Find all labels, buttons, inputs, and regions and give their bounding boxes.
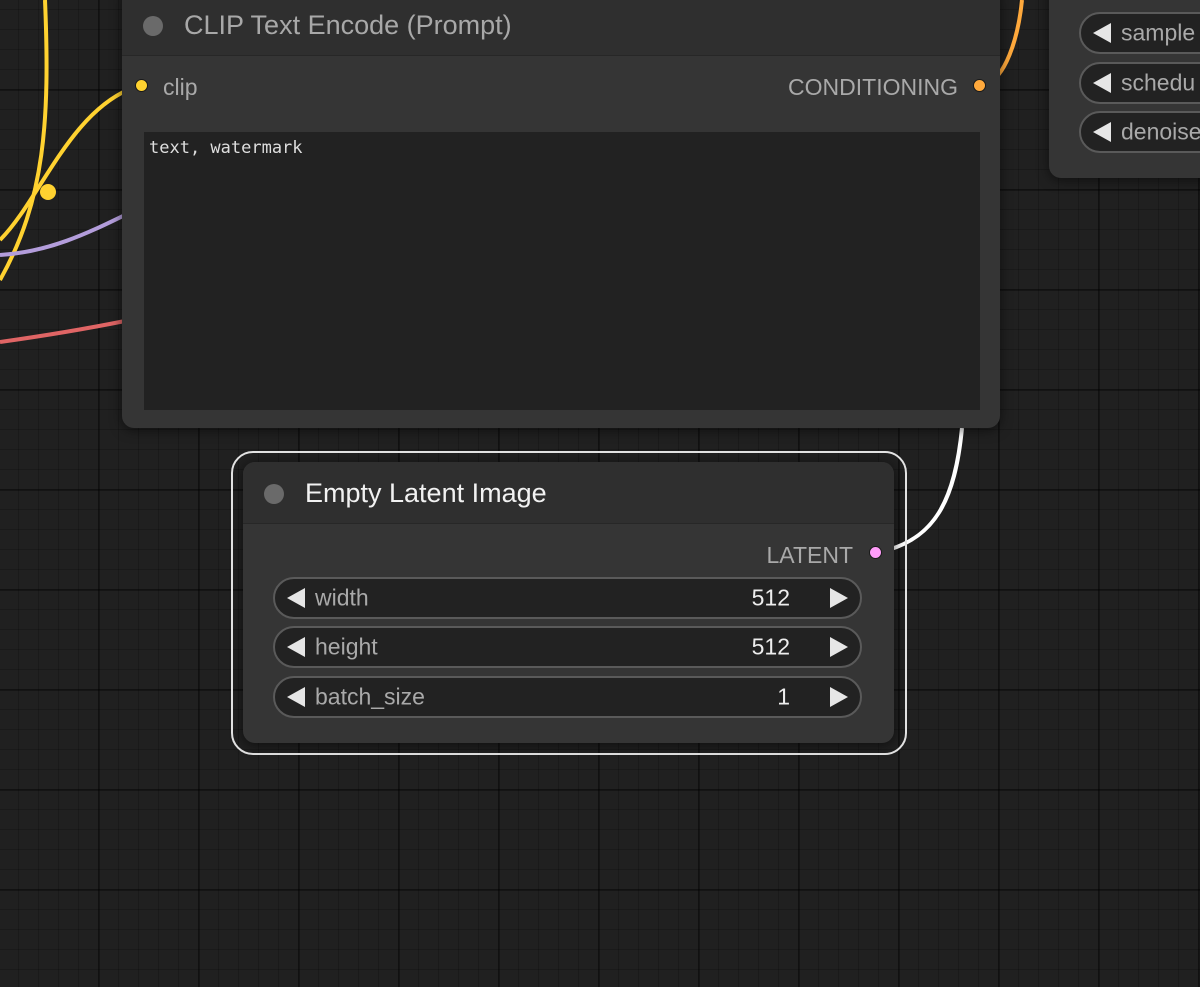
widget-label: batch_size: [315, 683, 425, 710]
node-graph-canvas[interactable]: CLIP Text Encode (Prompt) clip CONDITION…: [0, 0, 1200, 987]
widget-value[interactable]: 1: [777, 684, 790, 711]
clip-link-1: [0, 0, 49, 281]
latent-output-label: LATENT: [766, 542, 853, 568]
batch-size-widget[interactable]: batch_size 1: [273, 676, 862, 718]
vae-link: [0, 319, 126, 344]
widget-label: width: [315, 584, 369, 611]
height-widget[interactable]: height 512: [273, 626, 862, 668]
increment-arrow-icon[interactable]: [830, 637, 848, 657]
clip-text-encode-node[interactable]: CLIP Text Encode (Prompt) clip CONDITION…: [122, 0, 1000, 428]
width-widget[interactable]: width 512: [273, 577, 862, 619]
decrement-arrow-icon[interactable]: [1093, 122, 1111, 142]
node-title: CLIP Text Encode (Prompt): [184, 10, 512, 40]
clip-input-label: clip: [163, 74, 198, 100]
link-reroute-dot: [40, 184, 56, 200]
collapse-toggle-icon[interactable]: [143, 16, 163, 36]
widget-label: denoise: [1121, 118, 1200, 145]
empty-latent-image-node[interactable]: Empty Latent Image LATENT width 512 heig…: [243, 462, 894, 743]
scheduler-widget[interactable]: schedu: [1079, 62, 1200, 104]
clip-input-slot[interactable]: [135, 79, 148, 92]
ksampler-node[interactable]: sample schedu denoise: [1049, 0, 1200, 178]
denoise-widget[interactable]: denoise: [1079, 111, 1200, 153]
widget-value[interactable]: 512: [752, 585, 790, 612]
prompt-text-area[interactable]: text, watermark: [144, 132, 980, 410]
decrement-arrow-icon[interactable]: [1093, 23, 1111, 43]
increment-arrow-icon[interactable]: [830, 588, 848, 608]
decrement-arrow-icon[interactable]: [287, 588, 305, 608]
widget-value[interactable]: 512: [752, 634, 790, 661]
model-link: [0, 213, 126, 257]
sampler-widget[interactable]: sample: [1079, 12, 1200, 54]
node-title: Empty Latent Image: [305, 478, 547, 508]
increment-arrow-icon[interactable]: [830, 687, 848, 707]
widget-label: height: [315, 633, 378, 660]
widget-label: schedu: [1121, 69, 1196, 96]
clip-link-2: [0, 85, 136, 242]
collapse-toggle-icon[interactable]: [264, 484, 284, 504]
conditioning-output-label: CONDITIONING: [788, 74, 958, 100]
widget-label: sample: [1121, 19, 1196, 46]
node-title-bar[interactable]: CLIP Text Encode (Prompt): [122, 0, 1000, 56]
decrement-arrow-icon[interactable]: [287, 637, 305, 657]
conditioning-output-slot[interactable]: [973, 79, 986, 92]
latent-output-slot[interactable]: [869, 546, 882, 559]
decrement-arrow-icon[interactable]: [1093, 73, 1111, 93]
node-title-bar[interactable]: Empty Latent Image: [243, 462, 894, 524]
decrement-arrow-icon[interactable]: [287, 687, 305, 707]
